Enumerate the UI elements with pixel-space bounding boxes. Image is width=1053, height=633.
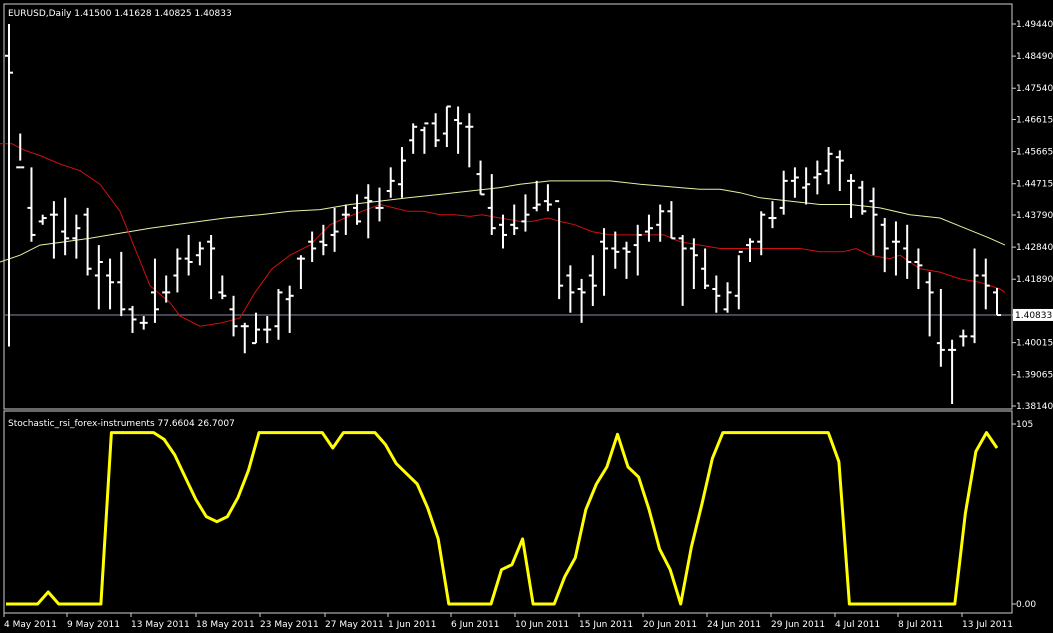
date-tick-label: 4 May 2011	[4, 620, 57, 630]
forex-chart-window: EURUSD,Daily 1.41500 1.41628 1.40825 1.4…	[0, 0, 1053, 633]
current-price-tag: 1.40833	[1013, 308, 1053, 321]
indicator-tick-label: 0.00	[1016, 600, 1036, 610]
date-tick-label: 4 Jul 2011	[835, 620, 880, 630]
price-tick-label: 1.40015	[1016, 339, 1053, 349]
date-tick-label: 10 Jun 2011	[515, 620, 569, 630]
date-tick-label: 8 Jul 2011	[898, 620, 943, 630]
price-tick-label: 1.44715	[1016, 180, 1053, 190]
date-tick-label: 20 Jun 2011	[643, 620, 697, 630]
price-tick-label: 1.46615	[1016, 116, 1053, 126]
price-tick-label: 1.47540	[1016, 84, 1053, 94]
date-tick-label: 27 May 2011	[325, 620, 384, 630]
price-tick-label: 1.38140	[1016, 402, 1053, 412]
price-tick-label: 1.48490	[1016, 52, 1053, 62]
date-tick-label: 1 Jun 2011	[388, 620, 436, 630]
price-tick-label: 1.43790	[1016, 211, 1053, 221]
price-tick-label: 1.41890	[1016, 275, 1053, 285]
date-tick-label: 18 May 2011	[196, 620, 255, 630]
price-tick-label: 1.45665	[1016, 148, 1053, 158]
date-tick-label: 13 Jul 2011	[962, 620, 1013, 630]
date-tick-label: 24 Jun 2011	[707, 620, 761, 630]
date-tick-label: 29 Jun 2011	[771, 620, 825, 630]
indicator-title: Stochastic_rsi_forex-instruments 77.6604…	[8, 419, 235, 429]
date-tick-label: 6 Jun 2011	[451, 620, 499, 630]
date-tick-label: 9 May 2011	[67, 620, 120, 630]
price-chart-title: EURUSD,Daily 1.41500 1.41628 1.40825 1.4…	[8, 9, 232, 19]
indicator-tick-label: 105	[1016, 420, 1033, 430]
date-tick-label: 13 May 2011	[131, 620, 190, 630]
date-tick-label: 15 Jun 2011	[579, 620, 633, 630]
current-price-label: 1.40833	[1015, 311, 1052, 321]
price-tick-label: 1.39065	[1016, 371, 1053, 381]
date-tick-label: 23 May 2011	[260, 620, 319, 630]
price-tick-label: 1.49440	[1016, 20, 1053, 30]
price-tick-label: 1.42840	[1016, 243, 1053, 253]
